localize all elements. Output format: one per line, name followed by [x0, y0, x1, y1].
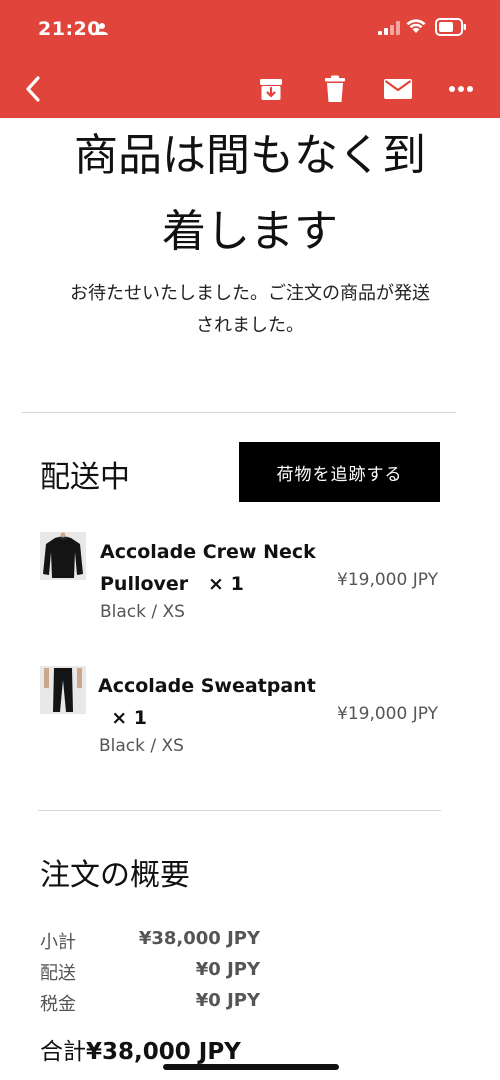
order-summary-title: 注文の概要	[40, 858, 190, 893]
total-label: 合計	[40, 1039, 86, 1065]
more-options-button[interactable]	[444, 72, 478, 106]
subtotal-row: 小計 ¥38,000 JPY	[40, 928, 260, 958]
shipping-status-title: 配送中	[40, 460, 130, 495]
item-price: ¥19,000 JPY	[337, 704, 438, 724]
item-name-line-1: Accolade Sweatpant	[98, 675, 316, 697]
total-row: 合計¥38,000 JPY	[40, 1032, 241, 1066]
intro-text: お待たせいたしました。ご注文の商品が発送 されました。	[0, 278, 500, 342]
track-package-button[interactable]: 荷物を追跡する	[239, 442, 440, 502]
item-price: ¥19,000 JPY	[337, 570, 438, 590]
back-icon	[26, 76, 40, 102]
product-thumbnail-pullover[interactable]	[40, 532, 86, 580]
item-variant: Black / XS	[100, 602, 185, 622]
back-button[interactable]	[16, 72, 50, 106]
trash-icon	[325, 75, 345, 102]
subtotal-value: ¥38,000 JPY	[138, 928, 260, 949]
item-name-line-2: Pullover	[100, 573, 189, 595]
item-variant: Black / XS	[99, 736, 184, 756]
item-name-line-1: Accolade Crew Neck	[100, 541, 316, 563]
person-icon	[95, 21, 109, 35]
divider	[38, 810, 441, 811]
intro-line-2: されました。	[196, 315, 304, 336]
archive-button[interactable]	[254, 72, 288, 106]
shipping-value: ¥0 JPY	[195, 959, 260, 980]
battery-icon	[435, 18, 467, 40]
home-indicator[interactable]	[163, 1064, 339, 1070]
more-icon	[449, 86, 473, 92]
archive-icon	[260, 79, 282, 100]
headline-line-2: 着します	[162, 206, 338, 257]
mark-unread-button[interactable]	[380, 72, 416, 106]
tax-label: 税金	[40, 994, 76, 1015]
email-headline: 商品は間もなく到 着します	[0, 118, 500, 270]
divider	[22, 412, 456, 413]
item-name: Accolade Sweatpant × 1	[98, 670, 328, 734]
shipping-row: 配送 ¥0 JPY	[40, 959, 260, 989]
tax-row: 税金 ¥0 JPY	[40, 990, 260, 1020]
total-value: ¥38,000 JPY	[86, 1039, 241, 1065]
item-name: Accolade Crew Neck Pullover × 1	[100, 536, 330, 600]
app-top-bar: 21:20	[0, 0, 500, 118]
intro-line-1: お待たせいたしました。ご注文の商品が発送	[70, 283, 430, 304]
wifi-icon	[405, 18, 427, 38]
tax-value: ¥0 JPY	[195, 990, 260, 1011]
delete-button[interactable]	[318, 72, 352, 106]
mail-icon	[384, 79, 412, 99]
cellular-signal-icon	[378, 20, 400, 39]
subtotal-label: 小計	[40, 932, 76, 953]
item-quantity: × 1	[111, 707, 147, 729]
shipping-label: 配送	[40, 963, 76, 984]
item-quantity: × 1	[208, 573, 244, 595]
status-time: 21:20	[38, 18, 101, 40]
product-thumbnail-sweatpant[interactable]	[40, 666, 86, 714]
headline-line-1: 商品は間もなく到	[74, 130, 426, 181]
